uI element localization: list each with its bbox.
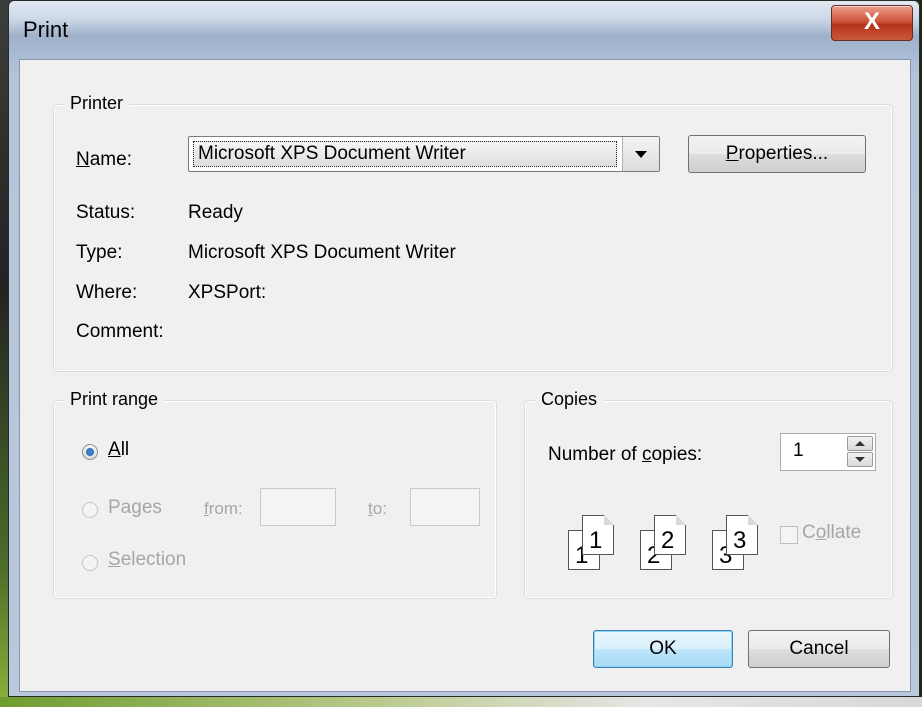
to-label: to: [368, 499, 387, 518]
copies-legend: Copies [535, 389, 604, 410]
collate-page-icon: 2 [654, 515, 686, 555]
where-value: XPSPort: [188, 282, 267, 303]
copies-spinner[interactable]: 1 [780, 433, 876, 471]
print-dialog: Print X Printer Name: Microsoft XPS Docu… [8, 0, 920, 697]
type-value: Microsoft XPS Document Writer [188, 242, 456, 263]
desktop-background-bottom [0, 697, 922, 707]
radio-all[interactable] [82, 444, 98, 460]
dialog-body: Printer Name: Microsoft XPS Document Wri… [19, 59, 911, 692]
page-number: 2 [661, 527, 675, 554]
collate-page-icon: 3 [726, 515, 758, 555]
radio-selection[interactable] [82, 555, 98, 571]
ok-button[interactable]: OK [593, 630, 733, 668]
collate-checkbox[interactable] [780, 526, 798, 544]
from-label: from: [204, 499, 243, 518]
radio-pages[interactable] [82, 502, 98, 518]
window-title: Print [23, 17, 69, 42]
status-label: Status: [76, 202, 136, 223]
type-label: Type: [76, 242, 123, 263]
number-of-copies-label: Number of copies: [548, 444, 703, 465]
all-label: All [108, 439, 130, 460]
comment-label: Comment: [76, 321, 164, 342]
collate-page-icon: 1 [582, 515, 614, 555]
collate-label: Collate [802, 522, 862, 543]
where-label: Where: [76, 282, 138, 303]
name-label: Name: [76, 149, 132, 170]
close-icon: X [863, 8, 880, 35]
title-bar[interactable]: Print X [9, 1, 919, 59]
spinner-down-button[interactable] [847, 452, 873, 467]
printer-name-dropdown[interactable]: Microsoft XPS Document Writer [188, 136, 660, 172]
to-input[interactable] [410, 488, 480, 526]
cancel-button[interactable]: Cancel [748, 630, 890, 668]
printer-name-value: Microsoft XPS Document Writer [193, 141, 617, 167]
printer-legend: Printer [64, 93, 130, 114]
page-number: 3 [733, 527, 747, 554]
print-range-legend: Print range [64, 389, 165, 410]
properties-button[interactable]: Properties... [688, 135, 866, 173]
page-number: 1 [589, 527, 603, 554]
copies-value: 1 [793, 440, 804, 461]
from-input[interactable] [260, 488, 336, 526]
status-value: Ready [188, 202, 243, 223]
pages-label: Pages [108, 497, 162, 518]
spinner-up-button[interactable] [847, 436, 873, 451]
chevron-down-icon[interactable] [622, 137, 659, 171]
selection-label: Selection [108, 549, 187, 570]
close-button[interactable]: X [831, 5, 913, 41]
